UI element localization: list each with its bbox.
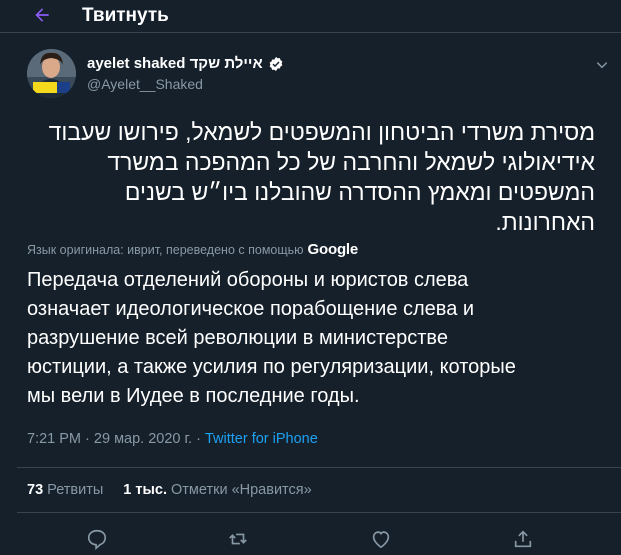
tweet-original-line: המשפטים ומאמץ ההסדרה שהובלנו ביו״ש בשנים <box>124 179 595 205</box>
retweet-button[interactable] <box>227 528 249 550</box>
like-button[interactable] <box>370 528 392 550</box>
share-button[interactable] <box>512 528 534 550</box>
tweet-translation-line: Передача отделений обороны и юристов сле… <box>27 269 469 291</box>
verified-badge-icon <box>269 56 283 71</box>
tweet-original-line: מסירת משרדי הביטחון והמשפטים לשמאל, פירו… <box>48 119 595 145</box>
avatar[interactable] <box>27 49 76 98</box>
share-icon <box>514 530 532 548</box>
tweet-translation-line: мы вели в Иудее в последние годы. <box>27 385 360 407</box>
translation-notice: Язык оригинала: иврит, переведено с помо… <box>27 241 358 258</box>
tweet-actions <box>0 526 621 550</box>
display-name[interactable]: ayelet shaked איילת שקד <box>87 55 263 72</box>
reply-button[interactable] <box>86 528 108 550</box>
chevron-down-icon <box>596 62 608 69</box>
divider <box>17 512 621 513</box>
tweet-meta: 7:21 PM · 29 мар. 2020 г. · Twitter for … <box>27 431 318 447</box>
heart-icon <box>372 531 390 549</box>
top-header: Твитнуть <box>0 0 621 33</box>
tweet-time[interactable]: 7:21 PM <box>27 431 81 447</box>
meta-separator: · <box>85 431 90 447</box>
page-title: Твитнуть <box>82 5 169 26</box>
retweets-stat[interactable]: 73 Ретвиты <box>27 482 103 498</box>
arrow-left-icon <box>35 8 49 22</box>
tweet-original-line: אידיאולוגי לשמאל והחרבה של כל המהפכה במש… <box>107 149 595 175</box>
meta-separator: · <box>196 431 201 447</box>
google-translate-logo[interactable]: Google <box>308 241 359 258</box>
likes-count: 1 тыс. <box>123 482 167 498</box>
retweet-icon <box>229 533 247 545</box>
translation-notice-text: Язык оригинала: иврит, переведено с помо… <box>27 242 304 257</box>
author-handle[interactable]: @Ayelet__Shaked <box>87 76 203 92</box>
reply-icon <box>87 529 107 550</box>
divider <box>17 467 621 468</box>
back-button[interactable] <box>28 2 56 28</box>
retweets-count: 73 <box>27 482 44 498</box>
tweet-original-text: מסירת משרדי הביטחון והמשפטים לשמאל, פירו… <box>27 117 595 237</box>
likes-label: Отметки «Нравится» <box>171 482 312 498</box>
profile-photo <box>27 49 76 98</box>
retweets-label: Ретвиты <box>47 482 104 498</box>
tweet-translation-line: означает идеологическое порабощение слев… <box>27 298 475 320</box>
author-name-row[interactable]: ayelet shaked איילת שקד <box>87 55 284 72</box>
likes-stat[interactable]: 1 тыс. Отметки «Нравится» <box>123 482 311 498</box>
more-options-button[interactable] <box>592 55 612 75</box>
tweet-translation-line: юстиции, а также усилия по регуляризации… <box>27 356 516 378</box>
engagement-stats: 73 Ретвиты 1 тыс. Отметки «Нравится» <box>27 482 312 498</box>
tweet-translation-line: разрушение всей революции в министерстве <box>27 327 448 349</box>
tweet-original-line: האחרונות. <box>495 209 595 235</box>
tweet-source-link[interactable]: Twitter for iPhone <box>205 431 318 447</box>
tweet-date[interactable]: 29 мар. 2020 г. <box>94 431 192 447</box>
tweet-translation: Передача отделений обороны и юристов сле… <box>27 266 597 411</box>
